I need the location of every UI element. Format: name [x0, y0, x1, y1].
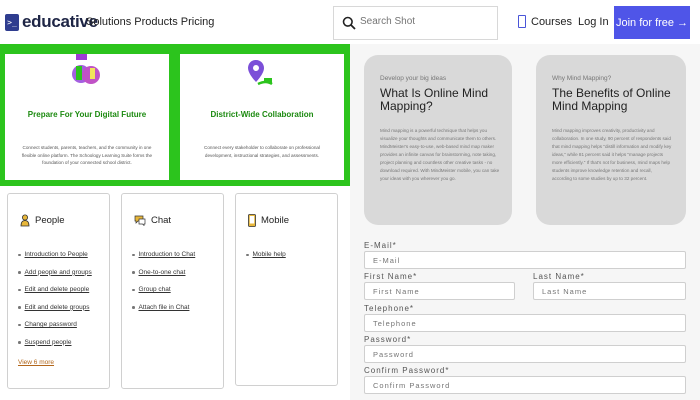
feature-banner: Prepare For Your Digital Future Connect … [0, 44, 350, 186]
info-body: Mind mapping improves creativity, produc… [552, 128, 672, 181]
email-field[interactable] [364, 251, 686, 269]
help-link-list: Introduction to Chat One-to-one chat Gro… [132, 246, 195, 316]
last-name-field[interactable] [533, 282, 686, 300]
bullet [18, 306, 21, 309]
search-input[interactable] [360, 16, 490, 27]
educative-logo[interactable]: >_ educative [5, 12, 98, 32]
person-icon [20, 214, 30, 227]
bullet [18, 271, 21, 274]
feature-description: Connect every stakeholder to collaborate… [204, 145, 320, 158]
feature-description: Connect students, parents, teachers, and… [21, 145, 153, 165]
email-label: E-Mail* [364, 241, 397, 250]
help-card-title: Chat [134, 214, 171, 226]
arrow-right-icon: → [677, 16, 689, 29]
book-icon [518, 15, 526, 28]
info-kicker: Why Mind Mapping? [552, 75, 612, 82]
help-link-text: Introduction to Chat [138, 251, 196, 259]
feature-title: District-Wide Collaboration [210, 110, 314, 119]
help-link-edit-and-delete-people[interactable]: Edit and delete people [18, 281, 92, 299]
help-card-title: Mobile [248, 214, 289, 227]
help-link-suspend-people[interactable]: Suspend people [18, 334, 92, 352]
password-label: Password* [364, 335, 412, 344]
help-link-one-to-one-chat[interactable]: One-to-one chat [132, 264, 195, 282]
login-link[interactable]: Log In [578, 16, 609, 28]
feature-card-collaboration: District-Wide Collaboration Connect ever… [180, 54, 344, 180]
info-card-benefits: Why Mind Mapping? The Benefits of Online… [536, 55, 686, 225]
help-card-title-text: Mobile [261, 215, 289, 226]
telephone-label: Telephone* [364, 304, 415, 313]
help-link-text: Mobile help [252, 251, 286, 259]
nav-links[interactable]: Solutions Products Pricing [86, 16, 214, 28]
first-name-label: First Name* [364, 272, 418, 281]
help-link-text: Edit and delete groups [24, 303, 90, 311]
info-title: The Benefits of Online Mind Mapping [552, 86, 671, 113]
info-title: What Is Online Mind Mapping? [380, 86, 489, 113]
bullet [132, 306, 135, 309]
first-name-field[interactable] [364, 282, 515, 300]
help-link-list: Introduction to People Add people and gr… [18, 246, 92, 351]
help-link-introduction-to-people[interactable]: Introduction to People [18, 246, 92, 264]
help-link-introduction-to-chat[interactable]: Introduction to Chat [132, 246, 195, 264]
bullet [132, 253, 135, 256]
search-icon [342, 16, 356, 30]
help-link-change-password[interactable]: Change password [18, 316, 92, 334]
courses-label: Courses [531, 15, 572, 28]
people-illustration-icon [72, 54, 100, 84]
help-card-people: People Introduction to People Add people… [7, 193, 110, 389]
top-navbar: >_ educative Solutions Products Pricing … [0, 0, 700, 44]
info-card-what-is-mind-mapping: Develop your big ideas What Is Online Mi… [364, 55, 512, 225]
bullet [18, 253, 21, 256]
view-more-link[interactable]: View 6 more [18, 359, 54, 366]
location-pin-icon [248, 60, 273, 86]
help-link-group-chat[interactable]: Group chat [132, 281, 195, 299]
telephone-field[interactable] [364, 314, 686, 332]
help-card-title-text: People [35, 215, 65, 226]
help-link-text: One-to-one chat [138, 268, 186, 276]
bullet [18, 288, 21, 291]
help-link-text: Add people and groups [24, 268, 92, 276]
search-box[interactable] [333, 6, 498, 40]
help-card-title: People [20, 214, 65, 227]
bullet [18, 341, 21, 344]
info-body: Mind mapping is a powerful technique tha… [380, 128, 500, 181]
help-link-text: Introduction to People [24, 251, 88, 259]
bullet [246, 253, 249, 256]
bullet [132, 271, 135, 274]
join-label: Join for free [615, 16, 675, 29]
confirm-password-field[interactable] [364, 376, 686, 394]
info-kicker: Develop your big ideas [380, 75, 447, 82]
mobile-phone-icon [248, 214, 256, 227]
help-card-title-text: Chat [151, 214, 172, 226]
help-link-text: Attach file in Chat [138, 303, 190, 311]
bullet [132, 288, 135, 291]
help-card-chat: Chat Introduction to Chat One-to-one cha… [121, 193, 224, 389]
bullet [18, 323, 21, 326]
help-link-text: Edit and delete people [24, 286, 90, 294]
help-link-mobile-help[interactable]: Mobile help [246, 246, 286, 264]
confirm-password-label: Confirm Password* [364, 366, 450, 375]
logo-icon: >_ [5, 13, 19, 31]
help-link-edit-and-delete-groups[interactable]: Edit and delete groups [18, 299, 92, 317]
help-link-text: Change password [24, 321, 77, 329]
help-link-attach-file-in-chat[interactable]: Attach file in Chat [132, 299, 195, 317]
help-card-mobile: Mobile Mobile help [235, 193, 338, 386]
chat-bubble-icon [134, 215, 146, 226]
help-link-text: Group chat [138, 286, 171, 294]
feature-card-digital-future: Prepare For Your Digital Future Connect … [5, 54, 169, 180]
feature-title: Prepare For Your Digital Future [27, 110, 147, 119]
help-link-list: Mobile help [246, 246, 286, 264]
join-for-free-button[interactable]: Join for free → [614, 6, 690, 39]
password-field[interactable] [364, 345, 686, 363]
help-link-add-people-and-groups[interactable]: Add people and groups [18, 264, 92, 282]
last-name-label: Last Name* [533, 272, 585, 281]
courses-link[interactable]: Courses [518, 15, 572, 28]
help-link-text: Suspend people [24, 338, 72, 346]
